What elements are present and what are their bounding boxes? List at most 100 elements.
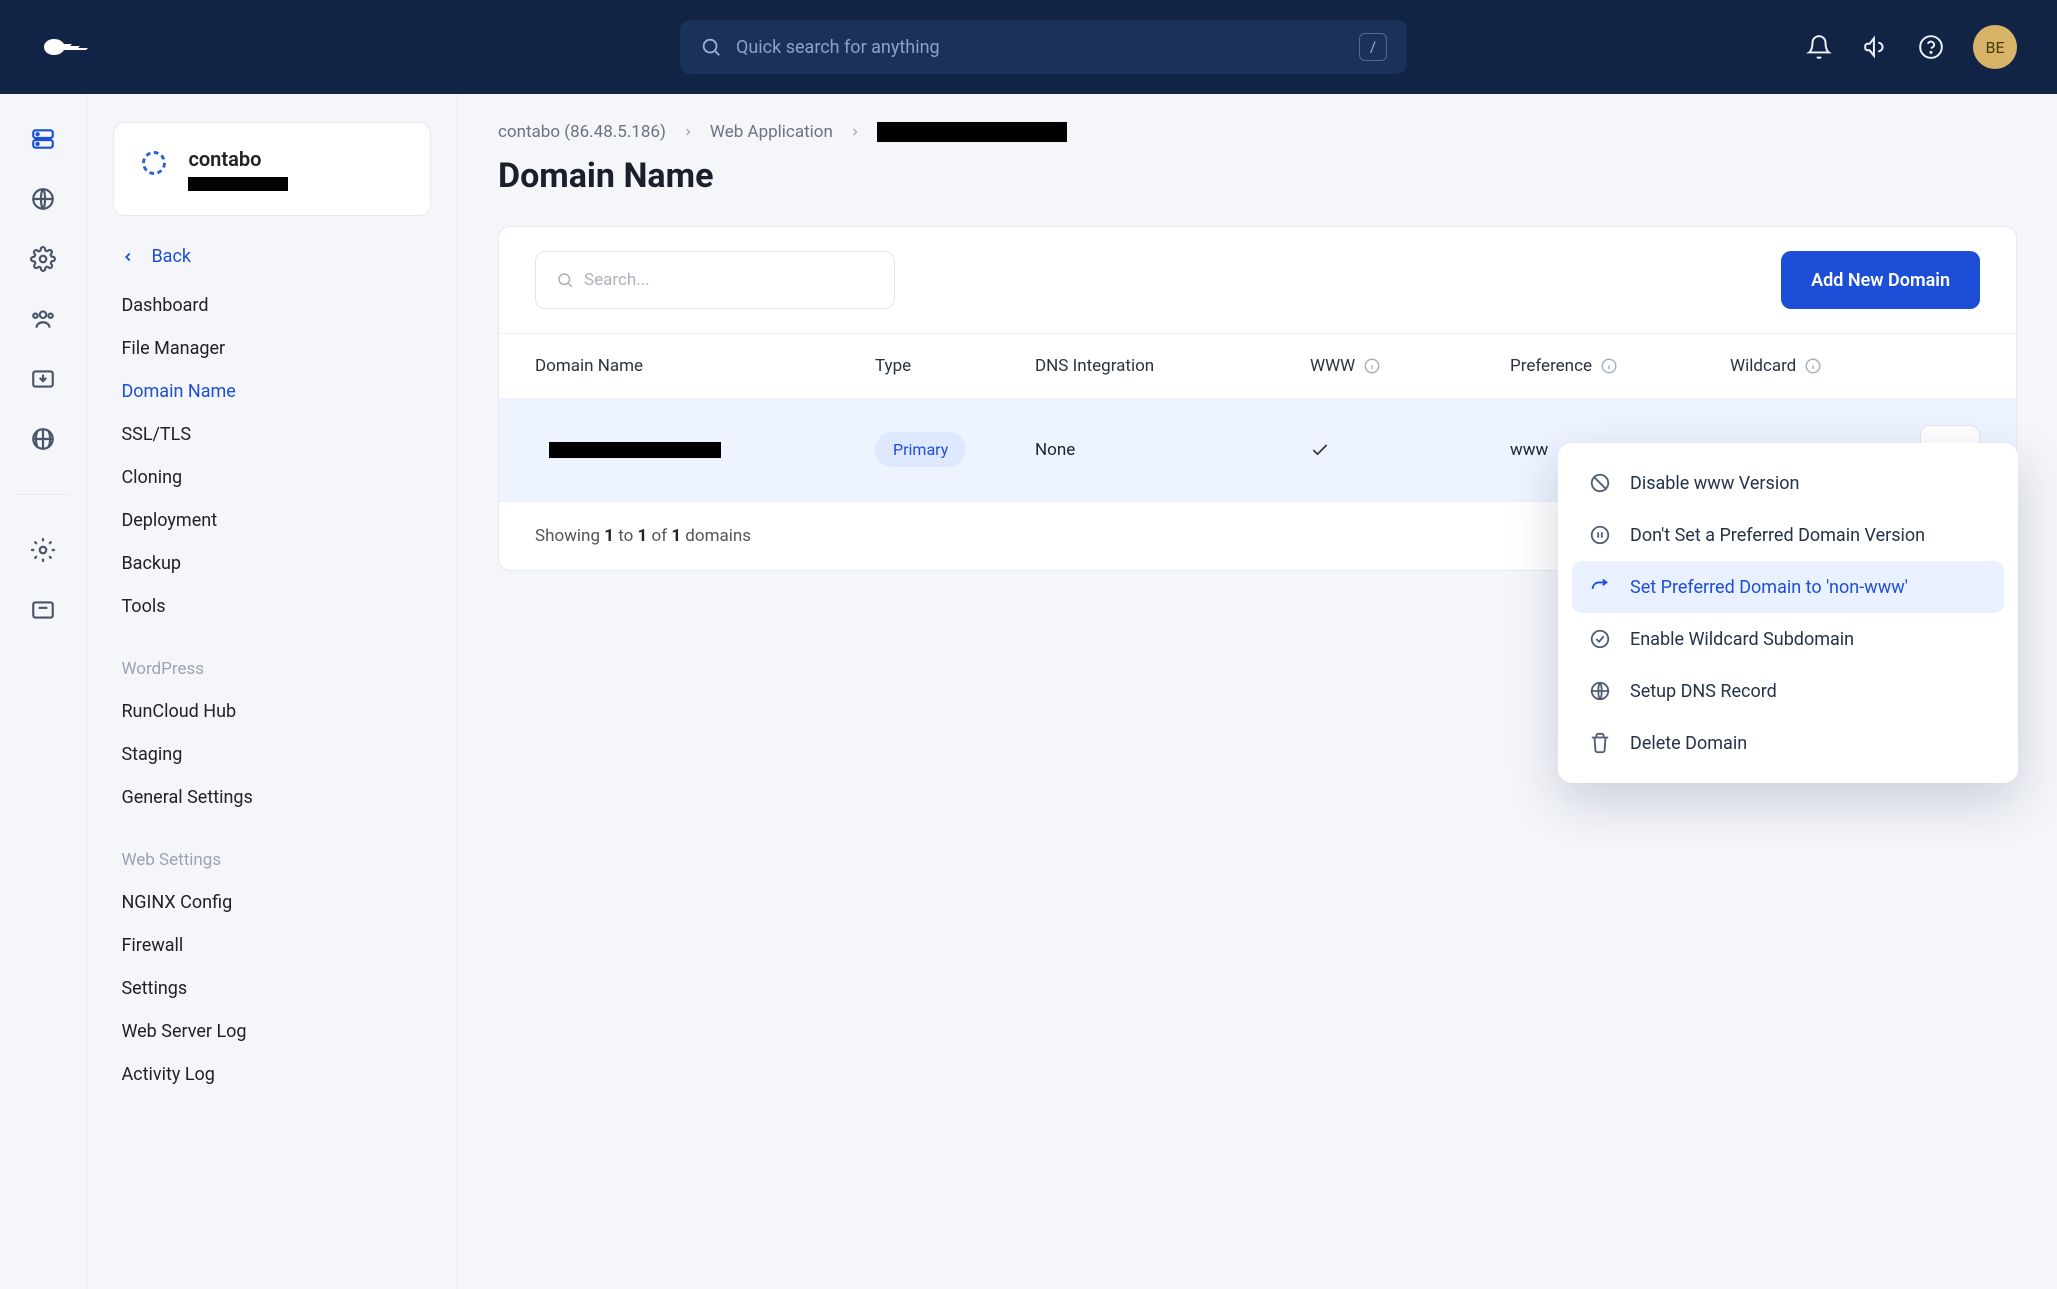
sidebar-item-firewall[interactable]: Firewall xyxy=(121,935,431,956)
globe-icon xyxy=(1588,679,1612,703)
sidebar-item-ssl-tls[interactable]: SSL/TLS xyxy=(121,424,431,445)
back-label: Back xyxy=(151,246,191,267)
pause-circle-icon xyxy=(1588,523,1612,547)
server-loading-icon xyxy=(140,149,168,177)
menu-label: Disable www Version xyxy=(1630,473,1799,494)
cell-dns: None xyxy=(1035,440,1310,460)
menu-label: Delete Domain xyxy=(1630,733,1747,754)
sidebar-item-general-settings[interactable]: General Settings xyxy=(121,787,431,808)
sidebar-item-web-server-log[interactable]: Web Server Log xyxy=(121,1021,431,1042)
megaphone-icon[interactable] xyxy=(1861,33,1889,61)
sidebar-item-backup[interactable]: Backup xyxy=(121,553,431,574)
menu-delete-domain[interactable]: Delete Domain xyxy=(1572,717,2004,769)
rail-settings-icon[interactable] xyxy=(28,535,58,565)
chevron-left-icon xyxy=(121,250,135,264)
sidebar-item-cloning[interactable]: Cloning xyxy=(121,467,431,488)
check-circle-icon xyxy=(1588,627,1612,651)
top-bar: / BE xyxy=(0,0,2057,94)
sidebar-item-deployment[interactable]: Deployment xyxy=(121,510,431,531)
column-dns-integration: DNS Integration xyxy=(1035,356,1310,376)
footer-text: domains xyxy=(681,526,751,546)
breadcrumb-section[interactable]: Web Application xyxy=(710,122,833,142)
info-icon[interactable] xyxy=(1600,357,1618,375)
info-icon[interactable] xyxy=(1804,357,1822,375)
ban-icon xyxy=(1588,471,1612,495)
menu-label: Setup DNS Record xyxy=(1630,681,1777,702)
rail-separator xyxy=(17,494,69,495)
chevron-right-icon xyxy=(682,126,694,138)
menu-disable-www[interactable]: Disable www Version xyxy=(1572,457,2004,509)
column-type: Type xyxy=(875,356,1035,376)
footer-text: Showing xyxy=(535,526,604,546)
sidebar-item-activity-log[interactable]: Activity Log xyxy=(121,1064,431,1085)
page-title: Domain Name xyxy=(498,156,2017,196)
server-name: contabo xyxy=(188,147,288,171)
rail-globe-icon[interactable] xyxy=(28,184,58,214)
breadcrumb: contabo (86.48.5.186) Web Application xyxy=(498,122,2017,142)
sidebar-item-domain-name[interactable]: Domain Name xyxy=(121,381,431,402)
sidebar-heading-wordpress: WordPress xyxy=(121,659,431,679)
server-subtitle-redacted xyxy=(188,177,288,191)
search-icon xyxy=(700,36,722,58)
rail-archive-icon[interactable] xyxy=(28,595,58,625)
table-header: Domain Name Type DNS Integration WWW Pre… xyxy=(499,333,2016,399)
column-www-label: WWW xyxy=(1310,356,1355,376)
add-domain-button[interactable]: Add New Domain xyxy=(1781,251,1980,309)
menu-dont-set-preferred[interactable]: Don't Set a Preferred Domain Version xyxy=(1572,509,2004,561)
rail-team-icon[interactable] xyxy=(28,304,58,334)
sidebar-item-tools[interactable]: Tools xyxy=(121,596,431,617)
sidebar-heading-web-settings: Web Settings xyxy=(121,850,431,870)
column-wildcard: Wildcard xyxy=(1730,356,1920,376)
cell-www xyxy=(1310,440,1510,460)
footer-total: 1 xyxy=(671,526,681,546)
column-preference-label: Preference xyxy=(1510,356,1592,376)
keyboard-hint: / xyxy=(1359,33,1387,61)
rail-dns-icon[interactable] xyxy=(28,424,58,454)
column-wildcard-label: Wildcard xyxy=(1730,356,1796,376)
breadcrumb-app-redacted xyxy=(877,122,1067,142)
menu-set-preferred-nonwww[interactable]: Set Preferred Domain to 'non-www' xyxy=(1572,561,2004,613)
search-icon xyxy=(556,271,574,289)
main-content: contabo (86.48.5.186) Web Application Do… xyxy=(458,94,2057,1289)
footer-to: 1 xyxy=(638,526,648,546)
help-icon[interactable] xyxy=(1917,33,1945,61)
rail-inbox-icon[interactable] xyxy=(28,364,58,394)
column-www: WWW xyxy=(1310,356,1510,376)
menu-label: Don't Set a Preferred Domain Version xyxy=(1630,525,1925,546)
domain-search[interactable] xyxy=(535,251,895,309)
sidebar-item-settings[interactable]: Settings xyxy=(121,978,431,999)
global-search-input[interactable] xyxy=(736,37,1359,58)
cell-domain-redacted xyxy=(549,442,721,458)
domain-search-input[interactable] xyxy=(584,270,874,290)
sidebar-item-file-manager[interactable]: File Manager xyxy=(121,338,431,359)
icon-rail xyxy=(0,94,87,1289)
info-icon[interactable] xyxy=(1363,357,1381,375)
menu-label: Enable Wildcard Subdomain xyxy=(1630,629,1854,650)
breadcrumb-server[interactable]: contabo (86.48.5.186) xyxy=(498,122,666,142)
rail-servers-icon[interactable] xyxy=(28,124,58,154)
bell-icon[interactable] xyxy=(1805,33,1833,61)
footer-text: of xyxy=(647,526,671,546)
sidebar-item-runcloud-hub[interactable]: RunCloud Hub xyxy=(121,701,431,722)
avatar[interactable]: BE xyxy=(1973,25,2017,69)
server-card[interactable]: contabo xyxy=(113,122,431,216)
check-icon xyxy=(1310,440,1510,460)
footer-text: to xyxy=(614,526,638,546)
sidebar-item-staging[interactable]: Staging xyxy=(121,744,431,765)
redirect-icon xyxy=(1588,575,1612,599)
type-badge: Primary xyxy=(875,432,966,467)
column-domain-name: Domain Name xyxy=(535,356,875,376)
row-actions-menu: Disable www Version Don't Set a Preferre… xyxy=(1558,443,2018,783)
menu-label: Set Preferred Domain to 'non-www' xyxy=(1630,577,1908,598)
logo-icon xyxy=(40,33,95,61)
menu-enable-wildcard[interactable]: Enable Wildcard Subdomain xyxy=(1572,613,2004,665)
global-search[interactable]: / xyxy=(680,20,1407,74)
rail-gear-icon[interactable] xyxy=(28,244,58,274)
sidebar-item-nginx-config[interactable]: NGINX Config xyxy=(121,892,431,913)
menu-setup-dns[interactable]: Setup DNS Record xyxy=(1572,665,2004,717)
trash-icon xyxy=(1588,731,1612,755)
back-link[interactable]: Back xyxy=(121,246,431,267)
domain-card: Add New Domain Domain Name Type DNS Inte… xyxy=(498,226,2017,571)
sidebar-item-dashboard[interactable]: Dashboard xyxy=(121,295,431,316)
footer-from: 1 xyxy=(604,526,614,546)
